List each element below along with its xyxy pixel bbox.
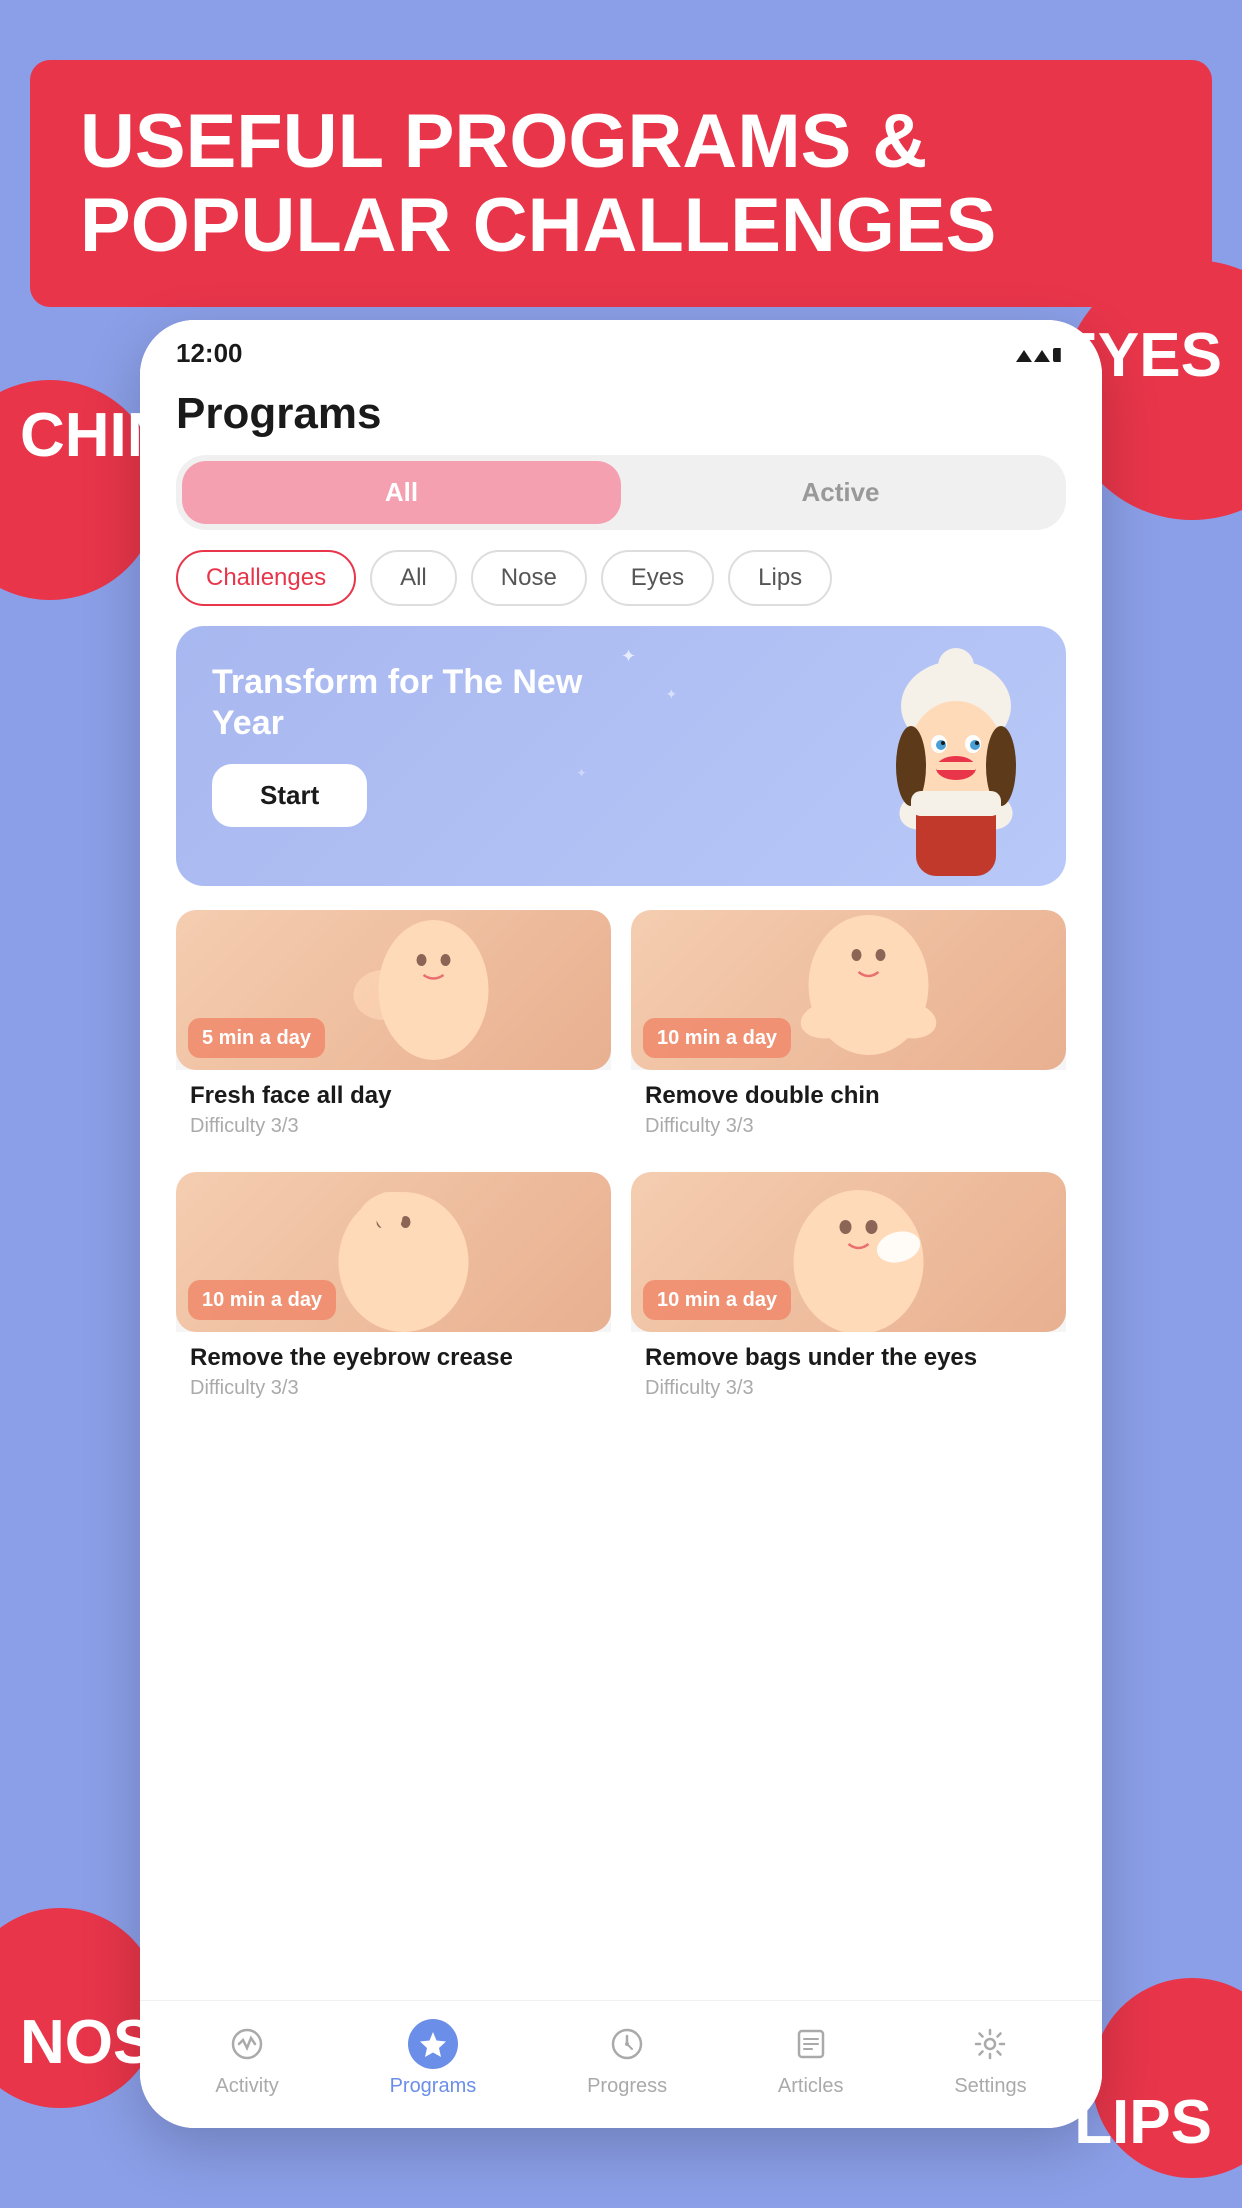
chip-all[interactable]: All: [370, 550, 457, 606]
tab-all[interactable]: All: [182, 461, 621, 524]
nose-label: NOSE: [20, 2007, 196, 2078]
program-card-3[interactable]: 10 min a day Remove bags under the eyes …: [631, 1172, 1066, 1414]
time-badge-2: 10 min a day: [188, 1280, 336, 1320]
scroll-content: Transform for The New Year Start ✦ ✦ ✦: [140, 626, 1102, 2000]
program-info-0: Fresh face all day Difficulty 3/3: [176, 1070, 611, 1152]
nav-label-progress: Progress: [587, 2075, 667, 2098]
nav-item-progress[interactable]: Progress: [587, 2019, 667, 2098]
program-card-2[interactable]: 10 min a day Remove the eyebrow crease D…: [176, 1172, 611, 1414]
program-thumb-3: 10 min a day: [631, 1172, 1066, 1332]
program-difficulty-2: Difficulty 3/3: [190, 1377, 597, 1400]
program-info-1: Remove double chin Difficulty 3/3: [631, 1070, 1066, 1152]
banner-text: Transform for The New Year: [212, 662, 662, 744]
lips-label: LIPS: [1074, 2087, 1212, 2158]
program-difficulty-1: Difficulty 3/3: [645, 1115, 1052, 1138]
chin-label: CHIN: [20, 400, 172, 471]
chip-nose[interactable]: Nose: [471, 550, 587, 606]
status-time: 12:00: [176, 338, 243, 369]
program-thumb-1: 10 min a day: [631, 910, 1066, 1070]
filter-chips: Challenges All Nose Eyes Lips: [140, 550, 1102, 626]
start-button[interactable]: Start: [212, 764, 367, 827]
program-thumb-2: 10 min a day: [176, 1172, 611, 1332]
chip-lips[interactable]: Lips: [728, 550, 832, 606]
articles-icon: [786, 2019, 836, 2069]
nav-label-activity: Activity: [215, 2075, 278, 2098]
program-name-2: Remove the eyebrow crease: [190, 1344, 597, 1373]
program-grid: 5 min a day Fresh face all day Difficult…: [176, 910, 1066, 1414]
nav-label-programs: Programs: [390, 2075, 477, 2098]
nav-item-articles[interactable]: Articles: [778, 2019, 844, 2098]
chip-eyes[interactable]: Eyes: [601, 550, 714, 606]
time-badge-3: 10 min a day: [643, 1280, 791, 1320]
eyes-label: EYES: [1057, 320, 1222, 391]
program-info-2: Remove the eyebrow crease Difficulty 3/3: [176, 1332, 611, 1414]
nav-label-articles: Articles: [778, 2075, 844, 2098]
program-thumb-0: 5 min a day: [176, 910, 611, 1070]
time-badge-0: 5 min a day: [188, 1018, 325, 1058]
chip-challenges[interactable]: Challenges: [176, 550, 356, 606]
program-difficulty-3: Difficulty 3/3: [645, 1377, 1052, 1400]
banner-illustration: [866, 636, 1046, 876]
program-card-1[interactable]: 10 min a day Remove double chin Difficul…: [631, 910, 1066, 1152]
programs-icon: [408, 2019, 458, 2069]
progress-icon: [602, 2019, 652, 2069]
program-card-0[interactable]: 5 min a day Fresh face all day Difficult…: [176, 910, 611, 1152]
nav-label-settings: Settings: [954, 2075, 1026, 2098]
header-title: USEFUL PROGRAMS & POPULAR CHALLENGES: [80, 100, 1162, 267]
nav-item-activity[interactable]: Activity: [215, 2019, 278, 2098]
program-name-3: Remove bags under the eyes: [645, 1344, 1052, 1373]
page-title: Programs: [140, 377, 1102, 455]
status-bar: 12:00: [140, 320, 1102, 377]
program-name-1: Remove double chin: [645, 1082, 1052, 1111]
program-info-3: Remove bags under the eyes Difficulty 3/…: [631, 1332, 1066, 1414]
bottom-nav: Activity Programs: [140, 2000, 1102, 2128]
program-name-0: Fresh face all day: [190, 1082, 597, 1111]
main-tabs: All Active: [176, 455, 1066, 530]
nav-item-settings[interactable]: Settings: [954, 2019, 1026, 2098]
header-banner: USEFUL PROGRAMS & POPULAR CHALLENGES: [30, 60, 1212, 307]
time-badge-1: 10 min a day: [643, 1018, 791, 1058]
program-difficulty-0: Difficulty 3/3: [190, 1115, 597, 1138]
banner-card: Transform for The New Year Start ✦ ✦ ✦: [176, 626, 1066, 886]
tab-active[interactable]: Active: [621, 461, 1060, 524]
activity-icon: [222, 2019, 272, 2069]
settings-icon: [965, 2019, 1015, 2069]
phone-frame: 12:00 Programs All Active Challenges All…: [140, 320, 1102, 2128]
nav-item-programs[interactable]: Programs: [390, 2019, 477, 2098]
